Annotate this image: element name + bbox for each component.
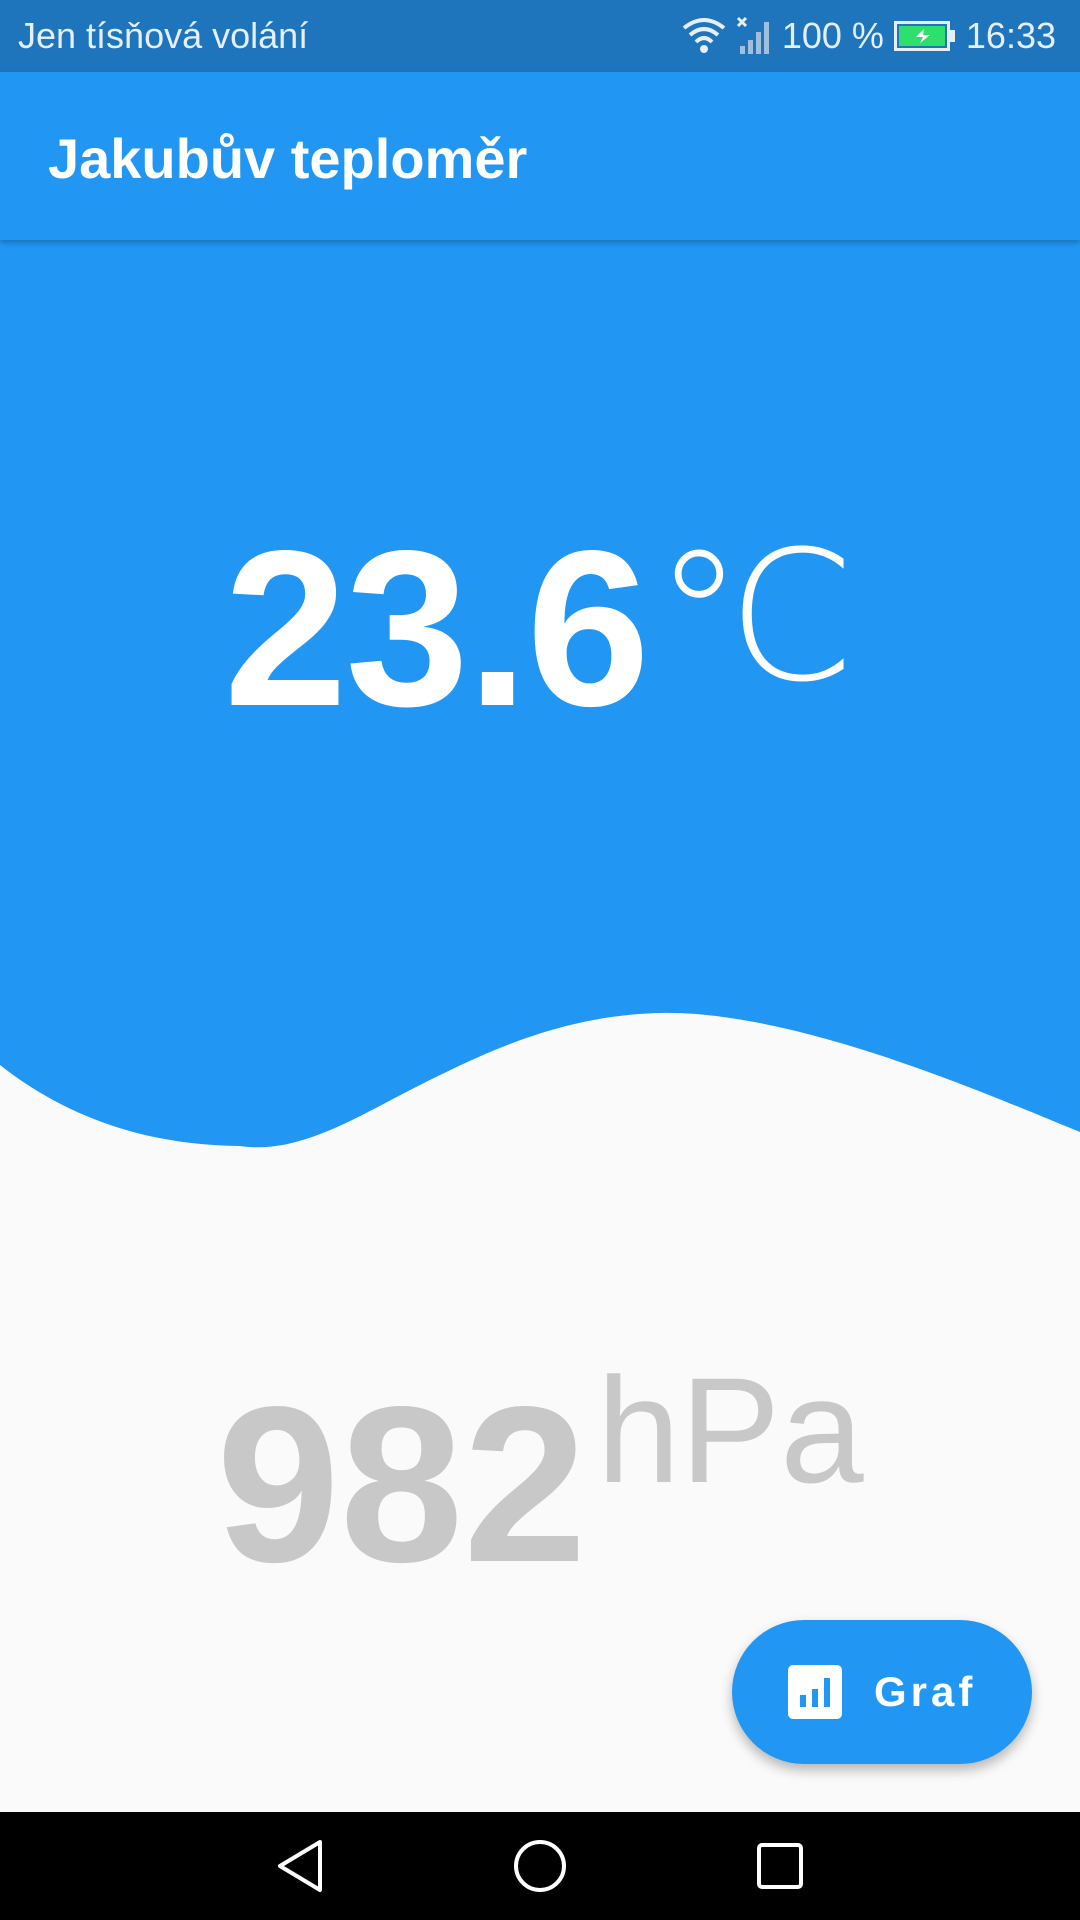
- status-bar: Jen tísňová volání 100 % 16:33: [0, 0, 1080, 72]
- graph-button-label: Graf: [874, 1668, 977, 1715]
- app-title: Jakubův teploměr: [48, 127, 528, 190]
- wifi-icon: [682, 18, 726, 53]
- pressure-display: 982 hPa: [0, 1346, 1080, 1605]
- back-icon[interactable]: [270, 1836, 330, 1896]
- pressure-value: 982: [216, 1361, 587, 1609]
- pressure-unit: hPa: [596, 1346, 864, 1514]
- recents-icon[interactable]: [750, 1836, 810, 1896]
- carrier-text: Jen tísňová volání: [18, 15, 309, 56]
- app-screen: Jen tísňová volání 100 % 16:33 Jakubův t…: [0, 0, 1080, 1920]
- temperature-value: 23.6: [223, 505, 650, 753]
- no-signal-icon: [736, 16, 769, 54]
- navigation-bar: [0, 1812, 1080, 1920]
- battery-charging-icon: [893, 21, 955, 51]
- clock-text: 16:33: [965, 15, 1056, 56]
- temperature-display: 23.6 ℃: [0, 500, 1080, 753]
- battery-percent-text: 100 %: [781, 15, 884, 56]
- graph-button[interactable]: Graf: [732, 1620, 1032, 1764]
- status-indicators: 100 % 16:33: [682, 12, 1056, 60]
- home-icon[interactable]: [510, 1836, 570, 1896]
- app-bar: Jakubův teploměr: [0, 72, 1080, 240]
- temperature-unit: ℃: [653, 517, 857, 718]
- bar-chart-icon: [788, 1665, 842, 1719]
